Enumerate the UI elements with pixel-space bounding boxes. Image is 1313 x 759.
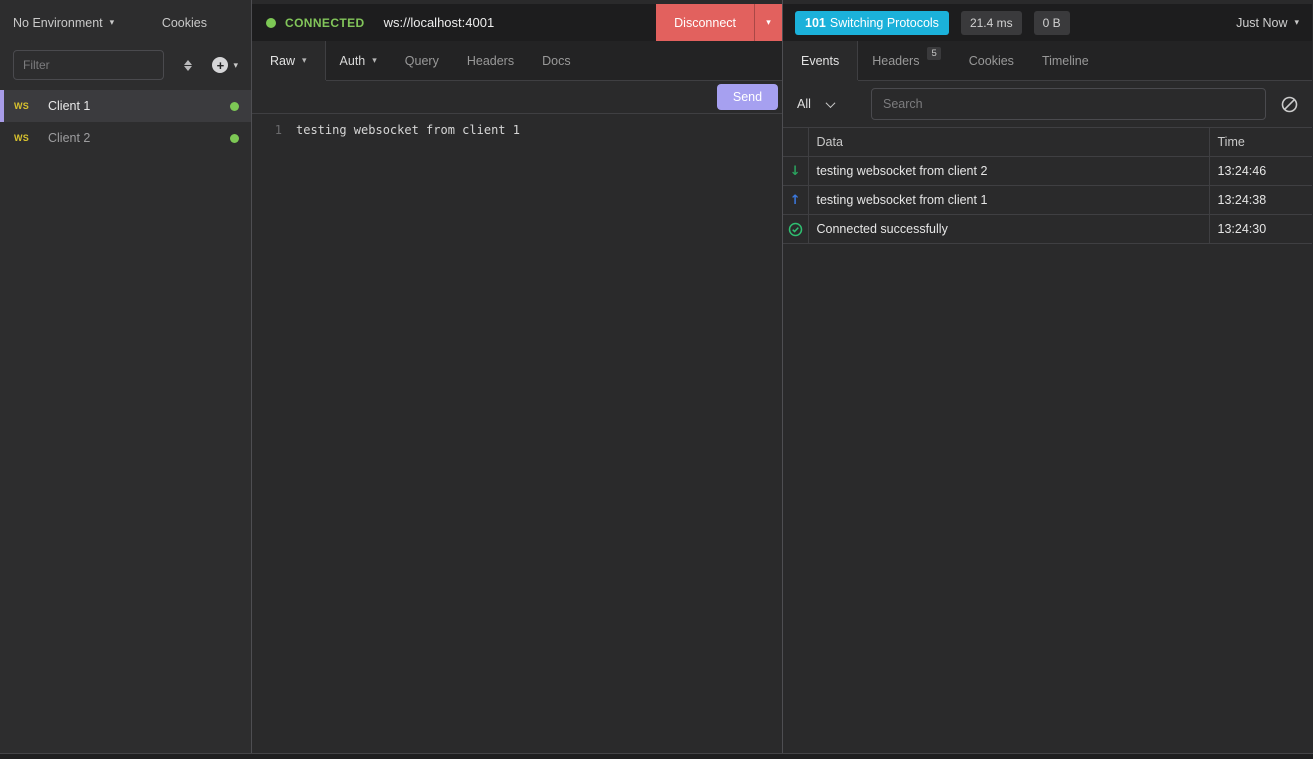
ws-method-badge: WS: [14, 133, 48, 143]
disconnect-button[interactable]: Disconnect ▾: [656, 4, 782, 41]
icon-column-header: [783, 128, 808, 157]
sidebar-header: No Environment ▾ Cookies: [0, 0, 251, 45]
tab-response-headers[interactable]: Headers 5: [858, 41, 955, 80]
environment-selector[interactable]: No Environment ▾: [13, 16, 114, 30]
message-editor[interactable]: 1 testing websocket from client 1: [252, 113, 782, 753]
chevron-down-icon: ▾: [302, 56, 307, 65]
cookies-button[interactable]: Cookies: [162, 16, 207, 30]
send-toolbar: Send: [252, 81, 782, 113]
event-time: 13:24:30: [1209, 215, 1312, 244]
tab-auth[interactable]: Auth ▾: [326, 41, 391, 80]
editor-line: 1 testing websocket from client 1: [252, 121, 782, 139]
connected-dot-icon: [266, 18, 276, 28]
status-badge: 101 Switching Protocols: [795, 11, 949, 35]
request-name: Client 1: [48, 99, 230, 113]
sort-down-triangle-icon: [184, 66, 192, 71]
tab-events[interactable]: Events: [783, 41, 858, 80]
tab-headers[interactable]: Headers: [453, 41, 528, 80]
response-panel: 101 Switching Protocols 21.4 ms 0 B Just …: [783, 0, 1312, 753]
chevron-down-icon: ▾: [372, 56, 377, 65]
recency-label: Just Now: [1236, 16, 1287, 30]
response-topbar: 101 Switching Protocols 21.4 ms 0 B Just …: [783, 0, 1312, 41]
connection-status: CONNECTED: [285, 16, 365, 30]
sidebar-filter-row: + ▾: [0, 45, 251, 85]
arrow-down-icon: ↓: [790, 164, 801, 179]
tab-docs[interactable]: Docs: [528, 41, 584, 80]
event-type-select[interactable]: All: [795, 97, 871, 111]
tab-label: Timeline: [1042, 54, 1089, 68]
event-data: testing websocket from client 2: [808, 157, 1209, 186]
editor-text: testing websocket from client 1: [296, 121, 520, 139]
main-row: No Environment ▾ Cookies + ▾ WS: [0, 0, 1313, 753]
event-row[interactable]: ↓ testing websocket from client 2 13:24:…: [783, 157, 1312, 186]
plus-circle-icon: +: [212, 57, 228, 73]
tab-label: Docs: [542, 54, 570, 68]
add-request-button[interactable]: + ▾: [212, 57, 238, 73]
events-table-header: Data Time: [783, 128, 1312, 157]
request-name: Client 2: [48, 131, 230, 145]
tab-label: Cookies: [969, 54, 1014, 68]
sidebar-item-client-2[interactable]: WS Client 2: [0, 122, 251, 154]
filter-input[interactable]: [13, 50, 164, 80]
chevron-down-icon: [825, 98, 835, 108]
disconnect-label: Disconnect: [656, 4, 754, 41]
event-time: 13:24:46: [1209, 157, 1312, 186]
clear-events-button[interactable]: [1281, 96, 1298, 113]
request-topbar: CONNECTED ws://localhost:4001 Disconnect…: [252, 0, 782, 41]
chevron-down-icon: ▾: [766, 18, 771, 27]
arrow-up-icon: ↑: [790, 193, 801, 208]
status-reason: Switching Protocols: [830, 16, 939, 30]
ws-method-badge: WS: [14, 101, 48, 111]
event-type-value: All: [797, 97, 811, 111]
response-history-dropdown[interactable]: Just Now ▾: [1236, 16, 1299, 30]
size-badge: 0 B: [1034, 11, 1070, 35]
sort-up-triangle-icon: [184, 60, 192, 65]
send-button[interactable]: Send: [717, 84, 778, 110]
event-row[interactable]: ↑ testing websocket from client 1 13:24:…: [783, 186, 1312, 215]
duration-badge: 21.4 ms: [961, 11, 1022, 35]
sidebar-item-client-1[interactable]: WS Client 1: [0, 90, 251, 122]
tab-timeline[interactable]: Timeline: [1028, 41, 1103, 80]
request-list: WS Client 1 WS Client 2: [0, 90, 251, 154]
event-data: Connected successfully: [808, 215, 1209, 244]
url-input[interactable]: ws://localhost:4001: [384, 15, 657, 30]
status-code: 101: [805, 16, 826, 30]
tab-label: Raw: [270, 54, 295, 68]
sidebar: No Environment ▾ Cookies + ▾ WS: [0, 0, 252, 753]
chevron-down-icon: ▾: [233, 61, 238, 70]
sort-icon[interactable]: [178, 60, 198, 71]
event-data: testing websocket from client 1: [808, 186, 1209, 215]
connected-dot-icon: [230, 102, 239, 111]
events-search-input[interactable]: [871, 88, 1266, 120]
chevron-down-icon: ▾: [110, 18, 115, 27]
environment-label: No Environment: [13, 16, 103, 30]
insomnia-app: No Environment ▾ Cookies + ▾ WS: [0, 0, 1313, 759]
connected-dot-icon: [230, 134, 239, 143]
tab-body-raw[interactable]: Raw ▾: [252, 41, 326, 80]
event-row[interactable]: Connected successfully 13:24:30: [783, 215, 1312, 244]
events-table: Data Time ↓ testing websocket from clien…: [783, 127, 1312, 244]
chevron-down-icon: ▾: [1294, 18, 1299, 27]
window-bottom-strip: [0, 753, 1313, 759]
tab-label: Events: [801, 54, 839, 68]
tab-label: Headers: [872, 54, 919, 68]
check-circle-icon: [788, 222, 803, 237]
tab-query[interactable]: Query: [391, 41, 453, 80]
tab-label: Headers: [467, 54, 514, 68]
line-number: 1: [252, 121, 296, 139]
tab-label: Query: [405, 54, 439, 68]
slash-circle-icon: [1281, 96, 1298, 113]
tab-response-cookies[interactable]: Cookies: [955, 41, 1028, 80]
headers-count-badge: 5: [927, 47, 940, 60]
request-panel: CONNECTED ws://localhost:4001 Disconnect…: [252, 0, 783, 753]
tab-label: Auth: [340, 54, 366, 68]
time-column-header: Time: [1209, 128, 1312, 157]
data-column-header: Data: [808, 128, 1209, 157]
events-filter-row: All: [783, 81, 1312, 127]
response-tabbar: Events Headers 5 Cookies Timeline: [783, 41, 1312, 81]
request-tabbar: Raw ▾ Auth ▾ Query Headers Docs: [252, 41, 782, 81]
disconnect-dropdown[interactable]: ▾: [754, 4, 782, 41]
event-time: 13:24:38: [1209, 186, 1312, 215]
